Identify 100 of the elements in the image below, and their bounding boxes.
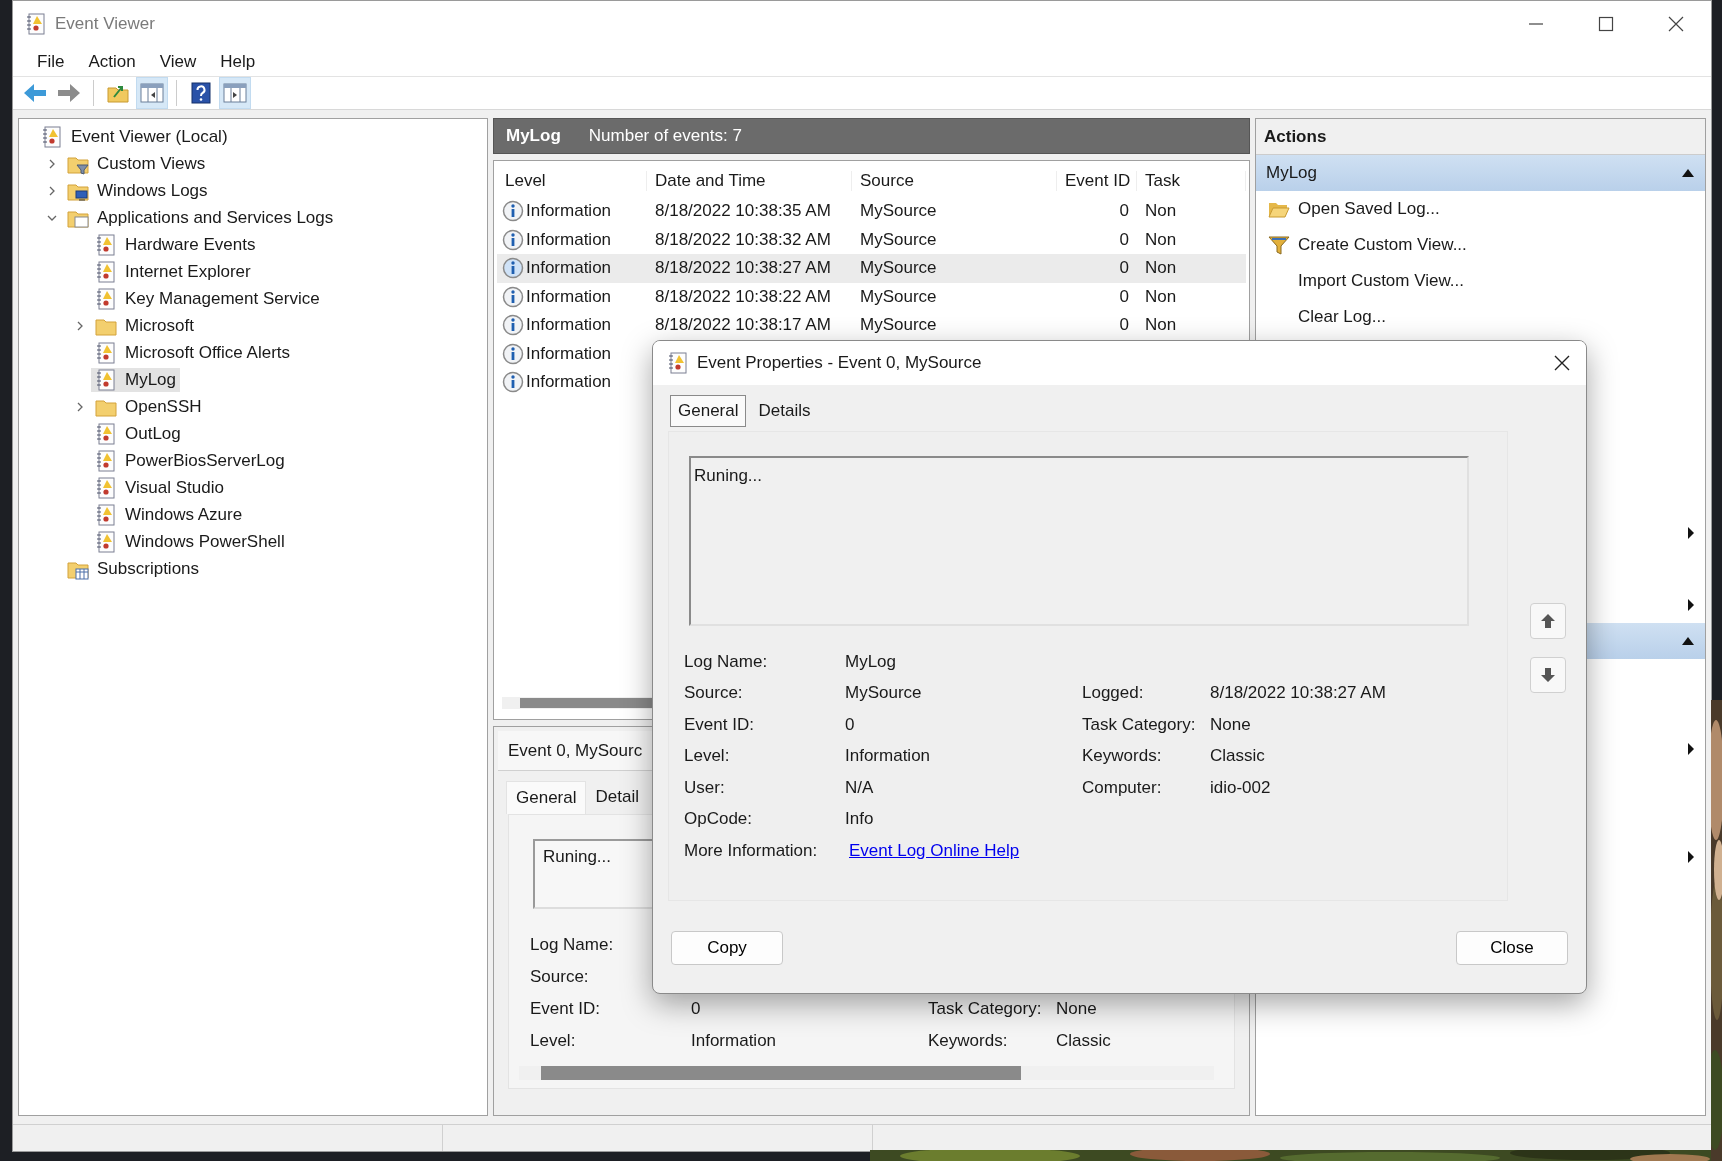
tree-item[interactable]: Visual Studio xyxy=(91,475,228,500)
table-cell-text: 8/18/2022 10:38:22 AM xyxy=(654,286,832,307)
tree-item[interactable]: Hardware Events xyxy=(91,232,260,257)
field-value: Information xyxy=(845,746,932,767)
field-label: Source: xyxy=(684,683,744,704)
tree-item[interactable]: Microsoft Office Alerts xyxy=(91,340,294,365)
submenu-arrow-icon[interactable] xyxy=(1687,526,1695,541)
tree-item[interactable]: Windows PowerShell xyxy=(91,529,289,554)
menu-item[interactable]: Action xyxy=(76,47,148,76)
section-header[interactable]: MyLog xyxy=(1256,155,1705,192)
table-cell-text: 8/18/2022 10:38:32 AM xyxy=(654,229,832,250)
table-cell-text: MySource xyxy=(859,201,938,222)
table-cell-text: MySource xyxy=(859,315,938,336)
menu-item[interactable]: Help xyxy=(208,47,268,76)
column-header[interactable]: Source xyxy=(852,171,1057,192)
tree-item[interactable]: OutLog xyxy=(91,421,185,446)
column-header[interactable]: Task xyxy=(1137,171,1246,192)
table-row[interactable]: Information 8/18/2022 10:38:35 AM MySource 0 Non xyxy=(497,197,1246,226)
info-icon xyxy=(502,285,524,308)
table-row[interactable]: Information 8/18/2022 10:38:22 AM MySource 0 Non xyxy=(497,282,1246,312)
collapse-arrow-icon[interactable] xyxy=(1681,168,1695,179)
table-cell-text: Non xyxy=(1144,315,1178,336)
help-link[interactable]: Event Log Online Help xyxy=(845,840,1082,861)
log-icon xyxy=(95,503,117,526)
menu-item[interactable]: File xyxy=(25,47,77,76)
previous-button[interactable] xyxy=(1530,603,1566,639)
field-label: Task Category: xyxy=(928,999,1043,1020)
tree-item[interactable]: Custom Views xyxy=(63,151,210,176)
event-count: Number of events: 7 xyxy=(588,126,742,147)
console-tree-icon xyxy=(139,81,165,106)
table-row[interactable]: Information xyxy=(497,368,647,397)
table-cell-text: 0 xyxy=(1118,229,1130,250)
table-cell-text: 8/18/2022 10:38:35 AM xyxy=(654,201,832,222)
command-item[interactable]: Import Custom View... xyxy=(1298,271,1695,292)
column-header[interactable]: Event ID xyxy=(1057,171,1137,192)
tree-item[interactable]: Windows Azure xyxy=(91,502,247,527)
tab[interactable]: Details xyxy=(750,395,819,427)
next-button[interactable] xyxy=(1530,657,1566,693)
close-icon[interactable] xyxy=(1666,14,1686,34)
info-icon xyxy=(502,342,524,365)
tree-item[interactable]: Event Viewer (Local) xyxy=(37,124,232,149)
tree-item[interactable]: OpenSSH xyxy=(91,394,206,419)
field-label: Level: xyxy=(684,746,731,767)
table-cell: Information xyxy=(526,372,612,393)
tree-item[interactable]: Windows Logs xyxy=(63,178,212,203)
column-header[interactable]: Level xyxy=(497,171,647,192)
maximize-icon[interactable] xyxy=(1596,14,1616,34)
table-cell-text: MySource xyxy=(859,258,938,279)
dialog-button[interactable]: Copy xyxy=(671,931,783,965)
log-icon xyxy=(95,476,117,499)
table-cell: Information xyxy=(526,286,612,307)
tree-item[interactable]: Subscriptions xyxy=(63,556,204,581)
tree-item[interactable]: MyLog xyxy=(91,367,181,392)
submenu-arrow-icon[interactable] xyxy=(1687,742,1695,757)
command-item[interactable]: Create Custom View... xyxy=(1298,235,1695,256)
tree-item[interactable]: PowerBiosServerLog xyxy=(91,448,289,473)
field-label: Log Name: xyxy=(684,651,769,672)
field-label: Keywords: xyxy=(928,1031,1009,1052)
field-label: Computer: xyxy=(1082,777,1163,798)
field-value: Classic xyxy=(1056,1031,1112,1052)
table-cell-text: Non xyxy=(1144,286,1178,307)
table-cell-text: Non xyxy=(1144,229,1178,250)
table-cell: Information xyxy=(526,258,612,279)
field-value: 0 xyxy=(691,999,702,1020)
table-cell-text: Non xyxy=(1144,201,1178,222)
table-row[interactable]: Information xyxy=(497,339,647,369)
tree-item[interactable]: Microsoft xyxy=(91,313,198,338)
close-icon[interactable] xyxy=(1552,353,1572,373)
field-label: Logged: xyxy=(1082,683,1145,704)
up-arrow-icon xyxy=(1539,612,1557,630)
tab[interactable]: General xyxy=(670,395,747,427)
table-cell-text: 0 xyxy=(1118,286,1130,307)
table-row[interactable]: Information 8/18/2022 10:38:27 AM MySource 0 Non xyxy=(497,254,1246,283)
field-value: Info xyxy=(845,809,875,830)
collapse-arrow-icon[interactable] xyxy=(1681,636,1695,647)
submenu-arrow-icon[interactable] xyxy=(1687,850,1695,865)
filter-icon xyxy=(1268,234,1290,257)
field-label: Level: xyxy=(530,1031,577,1052)
tab[interactable]: General xyxy=(506,781,587,815)
info-icon xyxy=(502,371,524,394)
field-value: idio-002 xyxy=(1210,777,1272,798)
down-arrow-icon xyxy=(1539,666,1557,684)
command-item[interactable]: Open Saved Log... xyxy=(1298,199,1695,220)
dialog-button[interactable]: Close xyxy=(1456,931,1568,965)
help-icon xyxy=(188,81,214,106)
field-value: Information xyxy=(691,1031,778,1052)
field-label: Event ID: xyxy=(530,999,601,1020)
command-item[interactable]: Clear Log... xyxy=(1298,307,1695,328)
log-icon xyxy=(95,341,117,364)
table-row[interactable]: Information 8/18/2022 10:38:32 AM MySource 0 Non xyxy=(497,225,1246,255)
submenu-arrow-icon[interactable] xyxy=(1687,598,1695,613)
table-cell-text: 8/18/2022 10:38:27 AM xyxy=(654,258,832,279)
field-label: User: xyxy=(684,777,726,798)
menu-item[interactable]: View xyxy=(147,47,209,76)
field-value: MySource xyxy=(845,683,923,704)
tree-item[interactable]: Key Management Service xyxy=(91,286,324,311)
table-row[interactable]: Information 8/18/2022 10:38:17 AM MySource 0 Non xyxy=(497,311,1246,340)
tree-item[interactable]: Internet Explorer xyxy=(91,259,255,284)
tree-item[interactable]: Applications and Services Logs xyxy=(63,205,338,230)
column-header[interactable]: Date and Time xyxy=(647,171,852,192)
